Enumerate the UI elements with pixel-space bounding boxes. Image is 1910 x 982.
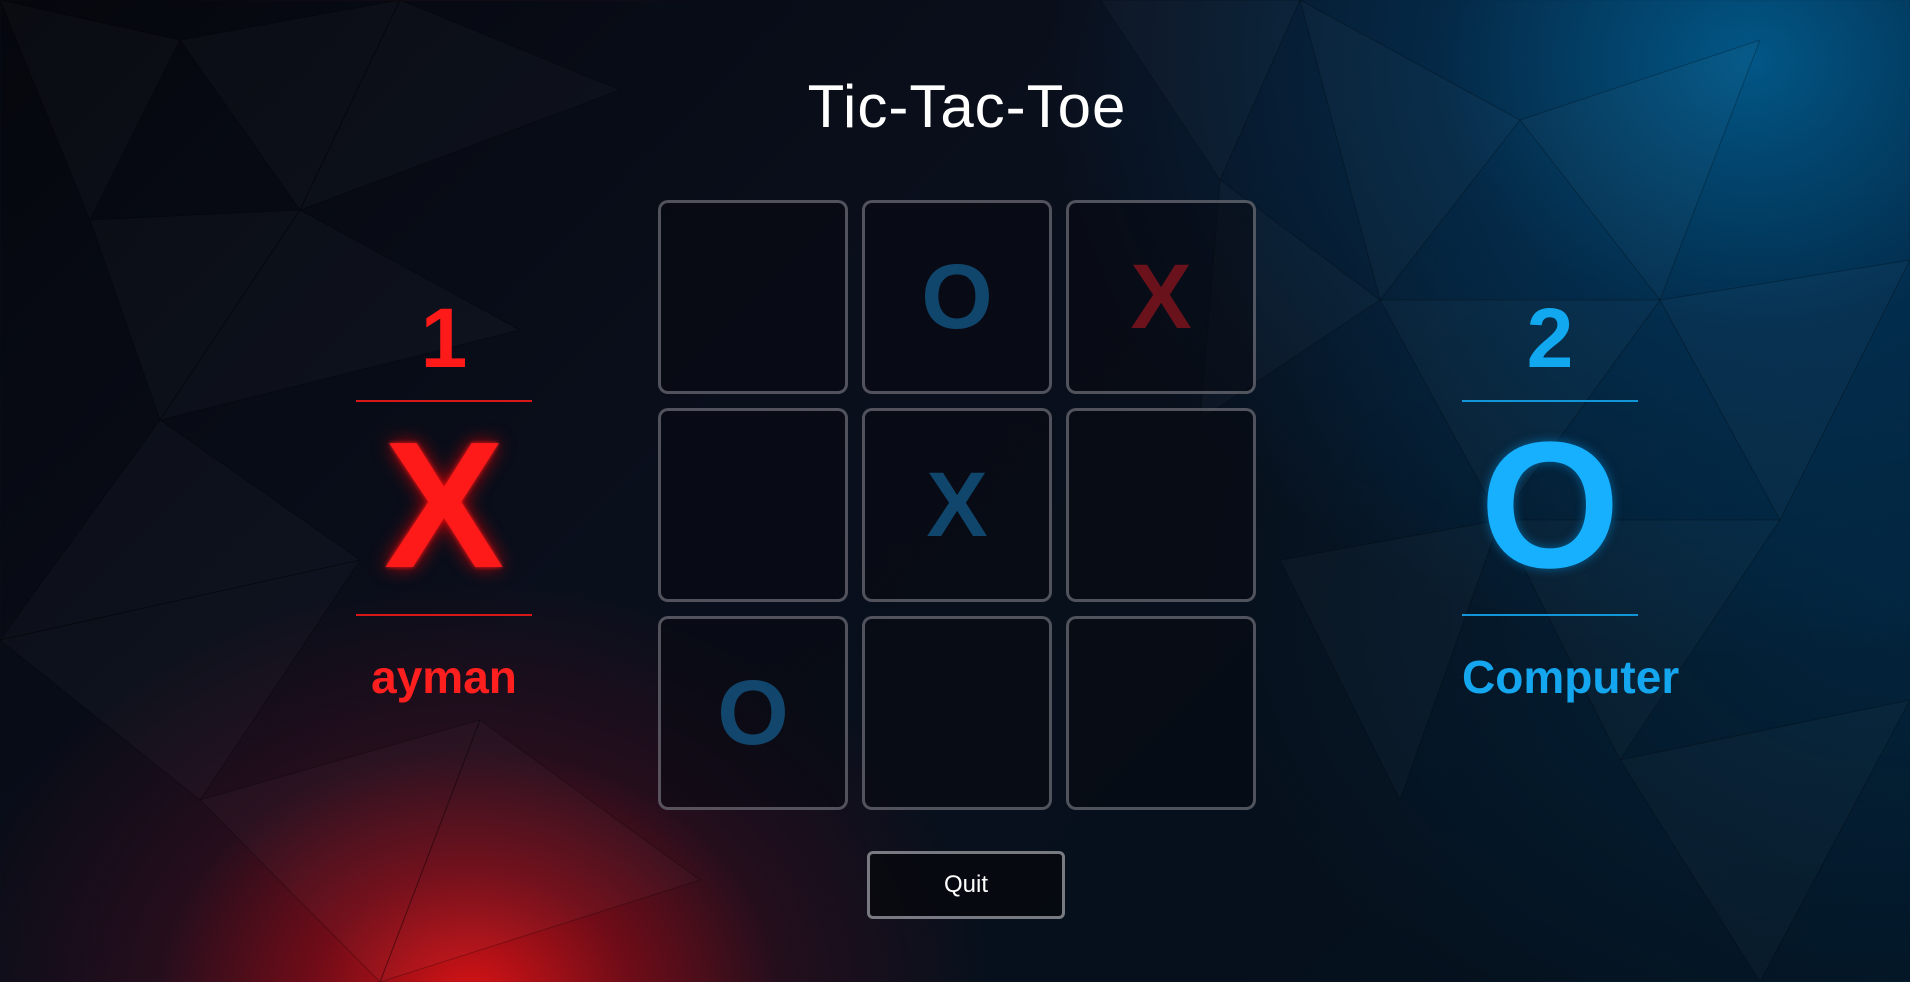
board-cell[interactable] — [1066, 408, 1256, 602]
quit-button[interactable]: Quit — [867, 851, 1065, 919]
game-board: O X X O — [658, 200, 1258, 812]
player-two-score: 2 — [1526, 291, 1574, 385]
player-one-symbol: X — [383, 405, 505, 606]
board-cell[interactable]: X — [1066, 200, 1256, 394]
board-cell[interactable] — [658, 200, 848, 394]
board-cell[interactable] — [862, 616, 1052, 810]
player-two-divider-top — [1462, 400, 1638, 402]
board-cell[interactable]: O — [658, 616, 848, 810]
player-one-divider-top — [356, 400, 532, 402]
board-cell[interactable]: X — [862, 408, 1052, 602]
board-cell[interactable] — [658, 408, 848, 602]
player-one-score: 1 — [420, 291, 468, 385]
game-title: Tic-Tac-Toe — [807, 73, 1127, 140]
player-one-divider-bottom — [356, 614, 532, 616]
player-one-name: ayman — [371, 651, 517, 703]
player-two-divider-bottom — [1462, 614, 1638, 616]
board-cell[interactable] — [1066, 616, 1256, 810]
player-two-panel: 2 O Computer — [1462, 291, 1680, 704]
board-cell[interactable]: O — [862, 200, 1052, 394]
player-two-name: Computer — [1462, 651, 1680, 703]
player-two-symbol: O — [1479, 405, 1620, 606]
player-one-panel: 1 X ayman — [356, 296, 532, 704]
